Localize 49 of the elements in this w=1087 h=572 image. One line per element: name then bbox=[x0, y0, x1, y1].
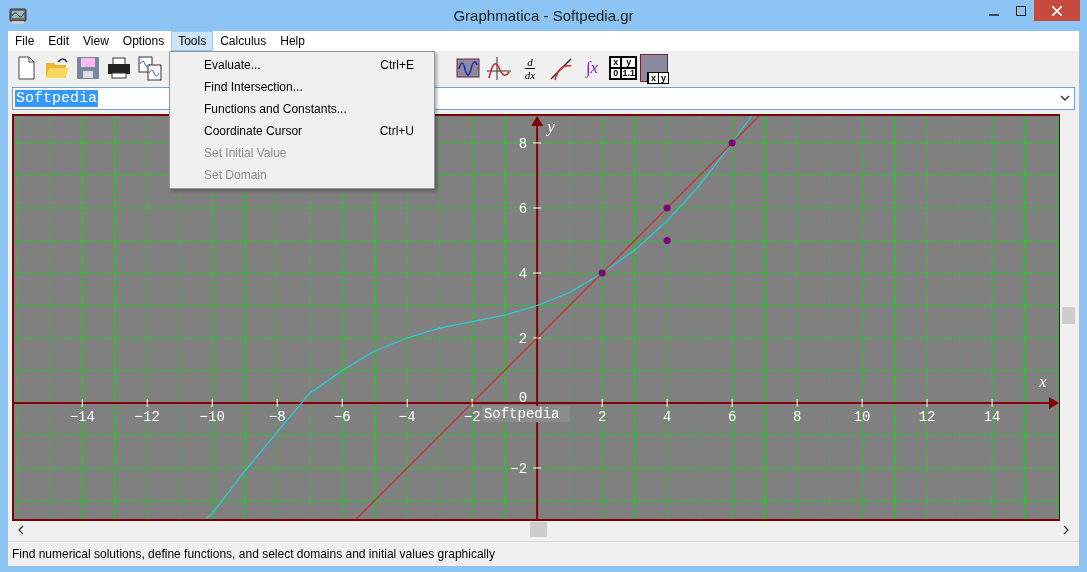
x-tick-label: 2 bbox=[597, 409, 607, 425]
y-tick-label: 0 bbox=[518, 390, 528, 406]
x-tick-label: −6 bbox=[333, 409, 351, 425]
menu-option[interactable]: Evaluate... Ctrl+E bbox=[170, 54, 434, 76]
menu-item[interactable]: Options bbox=[115, 31, 172, 51]
x-tick-label: −12 bbox=[134, 409, 160, 425]
close-button[interactable] bbox=[1034, 0, 1080, 21]
x-tick-label: −8 bbox=[268, 409, 286, 425]
x-tick-label: 6 bbox=[727, 409, 737, 425]
menu-item[interactable]: Edit bbox=[41, 31, 77, 51]
minimize-icon bbox=[988, 13, 999, 16]
chevron-down-icon[interactable] bbox=[1060, 95, 1070, 102]
scrollbar-thumb[interactable] bbox=[530, 522, 547, 537]
x-tick-label: −2 bbox=[463, 409, 481, 425]
x-tick-label: 10 bbox=[853, 409, 871, 425]
table-icon[interactable]: x y 0 1.1 bbox=[609, 56, 637, 81]
x-tick-label: −4 bbox=[398, 409, 416, 425]
x-tick-label: 4 bbox=[662, 409, 672, 425]
y-tick-label: 6 bbox=[518, 201, 528, 217]
menu-item[interactable]: Calculus bbox=[213, 31, 274, 51]
x-tick-label: −14 bbox=[69, 409, 95, 425]
scroll-right-icon[interactable] bbox=[1063, 524, 1069, 535]
x-tick-label: −10 bbox=[199, 409, 225, 425]
menu-item[interactable]: Help bbox=[273, 31, 312, 51]
y-tick-label: 8 bbox=[518, 136, 528, 152]
graph-table-icon[interactable]: x y bbox=[640, 54, 668, 83]
close-icon bbox=[1052, 5, 1062, 16]
scrollbar-thumb[interactable] bbox=[1062, 307, 1075, 324]
status-text: Find numerical solutions, define functions, and select domains and initial values graphically bbox=[12, 547, 495, 561]
copy-graph-icon[interactable] bbox=[136, 54, 164, 83]
x-axis-label: x bbox=[1039, 372, 1047, 391]
menu-item[interactable]: Tools bbox=[171, 31, 214, 51]
app-icon bbox=[9, 6, 27, 25]
scroll-left-icon[interactable] bbox=[18, 524, 24, 535]
x-tick-label: 8 bbox=[792, 409, 802, 425]
y-tick-label: −2 bbox=[510, 461, 528, 477]
curve-axes-icon[interactable] bbox=[485, 54, 513, 83]
x-tick-label: 14 bbox=[983, 409, 1001, 425]
annotation: Softpedia bbox=[483, 405, 560, 422]
menu-option[interactable]: Coordinate Cursor Ctrl+U bbox=[170, 120, 434, 142]
y-tick-label: 2 bbox=[518, 331, 528, 347]
window-title: Graphmatica - Softpedia.gr bbox=[453, 7, 634, 24]
y-tick-label: 4 bbox=[518, 266, 528, 282]
integral-icon[interactable]: ∫x bbox=[578, 54, 606, 83]
maximize-icon bbox=[1015, 5, 1026, 16]
menu-item[interactable]: File bbox=[8, 31, 42, 51]
x-tick-label: 12 bbox=[918, 409, 936, 425]
y-axis-label: y bbox=[547, 117, 555, 136]
menu-item[interactable]: View bbox=[76, 31, 116, 51]
